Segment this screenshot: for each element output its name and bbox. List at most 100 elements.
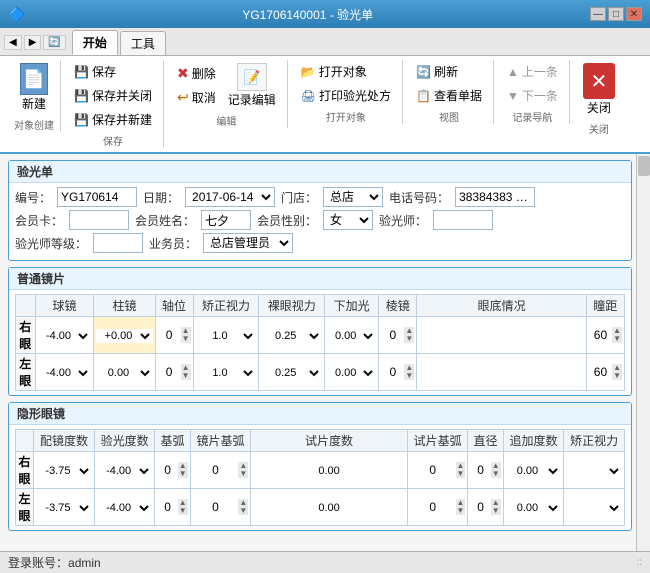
yinxing-right-sp-input[interactable] — [253, 465, 404, 477]
yanguangshidengji-input[interactable] — [93, 233, 143, 253]
cancel-icon: ↩ — [177, 89, 189, 106]
yinxing-row-left: 左眼 -3.75 -4.00 0 ▲▼ — [16, 489, 625, 526]
nav-forward-button[interactable]: ▶ — [24, 35, 42, 50]
yinxing-right-yg-select[interactable]: -4.00 — [97, 464, 153, 478]
putong-right-jiaoz-select[interactable]: 1.0 — [196, 329, 257, 343]
scrollbar-thumb[interactable] — [638, 156, 650, 176]
yewuyuan-select[interactable]: 总店管理员 — [203, 233, 293, 253]
tab-start[interactable]: 开始 — [72, 30, 118, 55]
yinxing-row-right: 右眼 -3.75 -4.00 0 ▲▼ — [16, 452, 625, 489]
scrollbar[interactable] — [636, 154, 650, 551]
dianhua-input[interactable] — [455, 187, 535, 207]
yanguangshi-label: 验光师： — [379, 212, 427, 229]
yinxing-left-zhijing-down[interactable]: ▼ — [491, 507, 501, 515]
yinxing-left-jijhu: 0 ▲▼ — [190, 489, 251, 526]
status-bar: 登录账号： admin :: — [0, 551, 650, 573]
putong-right-yandi-input[interactable] — [419, 330, 584, 342]
minimize-button[interactable]: — — [590, 7, 606, 21]
ribbon-group-save: 💾 保存 💾 保存并关闭 💾 保存并新建 保存 — [63, 60, 164, 148]
save-icon: 💾 — [74, 65, 89, 79]
print-button[interactable]: 🖨 打印验光处方 — [296, 84, 396, 107]
view-record-button[interactable]: 📋 查看单据 — [411, 84, 487, 107]
window-close-button[interactable]: ✕ — [626, 7, 642, 21]
yinxing-left-spjh-down[interactable]: ▼ — [456, 507, 466, 515]
yinxing-left-zhuijia-select[interactable]: 0.00 — [506, 501, 562, 515]
yinxing-left-pej-select[interactable]: -3.75 — [36, 501, 92, 515]
save-close-button[interactable]: 💾 保存并关闭 — [69, 84, 157, 107]
putong-right-tongju-down[interactable]: ▼ — [612, 335, 622, 343]
yinxing-left-jijhu-spinner: 0 ▲▼ — [193, 499, 249, 515]
putong-left-lenjing-down[interactable]: ▼ — [404, 372, 414, 380]
yinxing-left-yg-select[interactable]: -4.00 — [97, 501, 153, 515]
putong-right-lenjing-down[interactable]: ▼ — [404, 335, 414, 343]
new-button[interactable]: 📄 新建 — [15, 60, 53, 115]
putong-th-zhujing: 柱镜 — [94, 295, 155, 317]
yinxing-left-jijhu-down[interactable]: ▼ — [238, 507, 248, 515]
putong-right-lenjing: 0 ▲▼ — [379, 317, 417, 354]
refresh-button[interactable]: 🔄 刷新 — [411, 60, 487, 83]
mendian-select[interactable]: 总店 — [323, 187, 383, 207]
close-button[interactable]: ✕ 关闭 — [578, 60, 620, 119]
yinxing-right-pej-select[interactable]: -3.75 — [36, 464, 92, 478]
prev-button[interactable]: ▲ 上一条 — [502, 60, 563, 83]
yinxing-right-zhijing-down[interactable]: ▼ — [491, 470, 501, 478]
putong-right-zhouwei-down[interactable]: ▼ — [181, 335, 191, 343]
yinxing-left-jiaoz-select[interactable] — [566, 501, 622, 515]
yinxing-left-zhijing: 0 ▲▼ — [468, 489, 503, 526]
yinxing-left-jihu: 0 ▲▼ — [155, 489, 190, 526]
yanguangshi-input[interactable] — [433, 210, 493, 230]
putong-left-xiajia-select[interactable]: 0.00 — [327, 366, 376, 380]
nav-refresh-button[interactable]: 🔄 — [43, 35, 65, 50]
window-title: YG1706140001 - 验光单 — [25, 6, 590, 23]
yinxing-row-right-label: 右眼 — [16, 452, 34, 489]
putong-left-qujing-select[interactable]: -4.00 — [38, 366, 92, 380]
save-new-button[interactable]: 💾 保存并新建 — [69, 108, 157, 131]
putong-left-yandi-input[interactable] — [419, 367, 584, 379]
putong-left-luoyan-select[interactable]: 0.25 — [261, 366, 322, 380]
maximize-button[interactable]: □ — [608, 7, 624, 21]
putong-left-lenjing: 0 ▲▼ — [379, 354, 417, 391]
yinxing-right-jiaoz-select[interactable] — [566, 464, 622, 478]
yinxing-left-jihu-down[interactable]: ▼ — [178, 507, 188, 515]
putong-right-zhouwei-spinner: 0 ▲▼ — [158, 327, 191, 343]
putong-right-zhujing: +0.00 — [94, 317, 155, 354]
ribbon-group-nav: ▲ 上一条 ▼ 下一条 记录导航 — [496, 60, 570, 124]
yinxing-right-zhuijia-select[interactable]: 0.00 — [506, 464, 562, 478]
ribbon-group-open: 📂 打开对象 🖨 打印验光处方 打开对象 — [290, 60, 403, 124]
open-obj-button[interactable]: 📂 打开对象 — [296, 60, 396, 83]
yinxing-right-sp — [251, 452, 407, 489]
putong-left-zhujing-select[interactable]: 0.00 — [96, 366, 152, 380]
putong-right-qujing-select[interactable]: -4.00 — [38, 329, 92, 343]
new-icon: 📄 — [20, 63, 48, 95]
putong-left-zhouwei-down[interactable]: ▼ — [181, 372, 191, 380]
putong-left-jiaoz-select[interactable]: 1.0 — [196, 366, 257, 380]
putong-right-zhujing-select[interactable]: +0.00 — [96, 329, 152, 343]
record-edit-button[interactable]: 📝 记录编辑 — [223, 60, 281, 111]
ribbon-edit-col: ✖ 删除 ↩ 取消 — [172, 62, 221, 109]
yinxing-left-zhijing-spinner: 0 ▲▼ — [470, 499, 500, 515]
cancel-button[interactable]: ↩ 取消 — [172, 86, 221, 109]
yinxing-right-jiaoz — [564, 452, 625, 489]
putong-th-yandi: 眼底情况 — [417, 295, 587, 317]
yinxing-right-jijhu-down[interactable]: ▼ — [238, 470, 248, 478]
date-select[interactable]: 2017-06-14 — [185, 187, 275, 207]
putong-right-luoyan-select[interactable]: 0.25 — [261, 329, 322, 343]
bianhao-input[interactable] — [57, 187, 137, 207]
delete-button[interactable]: ✖ 删除 — [172, 62, 221, 85]
next-button[interactable]: ▼ 下一条 — [502, 84, 563, 107]
putong-right-xiajia-select[interactable]: 0.00 — [327, 329, 376, 343]
tab-tools[interactable]: 工具 — [120, 31, 166, 55]
open-obj-icon: 📂 — [301, 65, 316, 79]
huiyuanka-input[interactable] — [69, 210, 129, 230]
ribbon-nav-col: ▲ 上一条 ▼ 下一条 — [502, 60, 563, 107]
save-button[interactable]: 💾 保存 — [69, 60, 157, 83]
nav-back-button[interactable]: ◀ — [4, 35, 22, 50]
yinxing-right-spjh-down[interactable]: ▼ — [456, 470, 466, 478]
putong-left-luoyan: 0.25 — [259, 354, 325, 391]
putong-th-tongju: 瞳距 — [586, 295, 624, 317]
huiyuanxingming-input[interactable] — [201, 210, 251, 230]
putong-left-tongju-down[interactable]: ▼ — [612, 372, 622, 380]
yinxing-right-jihu-down[interactable]: ▼ — [178, 470, 188, 478]
huiyuanxingbie-select[interactable]: 女 — [323, 210, 373, 230]
yinxing-left-sp-input[interactable] — [253, 502, 404, 514]
